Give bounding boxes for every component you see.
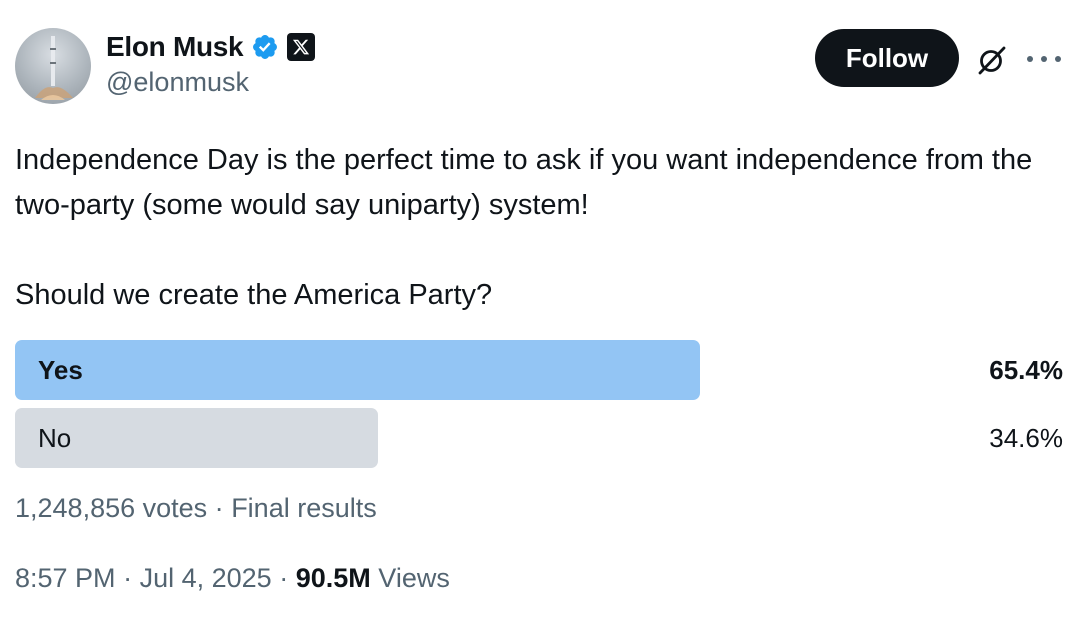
separator: · bbox=[214, 493, 224, 523]
more-dots-icon[interactable] bbox=[1027, 44, 1061, 74]
verified-badge-icon bbox=[253, 35, 278, 59]
separator: · bbox=[123, 563, 133, 593]
separator: · bbox=[279, 563, 289, 593]
poll-option-yes: Yes 65.4% bbox=[15, 340, 1063, 400]
poll-option-percent: 34.6% bbox=[989, 422, 1063, 453]
poll-option-label: Yes bbox=[38, 354, 83, 385]
tweet-text-paragraph: Independence Day is the perfect time to … bbox=[15, 144, 1033, 221]
author-name[interactable]: Elon Musk bbox=[106, 31, 244, 63]
tweet-timestamp-row: 8:57 PM · Jul 4, 2025 · 90.5M Views bbox=[15, 563, 450, 594]
author-handle[interactable]: @elonmusk bbox=[106, 67, 249, 98]
tweet-time[interactable]: 8:57 PM bbox=[15, 563, 116, 593]
author-name-row: Elon Musk bbox=[106, 28, 316, 66]
rocket-launch-avatar bbox=[35, 36, 73, 100]
poll-status: Final results bbox=[231, 493, 377, 523]
tweet-text: Independence Day is the perfect time to … bbox=[15, 138, 1065, 318]
tweet-date[interactable]: Jul 4, 2025 bbox=[140, 563, 272, 593]
views-label[interactable]: Views bbox=[378, 563, 450, 593]
views-count[interactable]: 90.5M bbox=[296, 563, 371, 593]
poll-summary: 1,248,856 votes · Final results bbox=[15, 493, 377, 524]
poll-option-percent: 65.4% bbox=[989, 354, 1063, 385]
poll-votes: 1,248,856 votes bbox=[15, 493, 208, 523]
grok-icon[interactable] bbox=[976, 44, 1008, 76]
avatar[interactable] bbox=[15, 28, 91, 104]
x-logo-icon bbox=[287, 33, 316, 61]
poll-option-no: No 34.6% bbox=[15, 408, 1063, 468]
poll-bar-yes bbox=[15, 340, 700, 400]
tweet-question: Should we create the America Party? bbox=[15, 279, 493, 311]
poll-option-label: No bbox=[38, 422, 72, 453]
follow-button[interactable]: Follow bbox=[815, 29, 959, 87]
